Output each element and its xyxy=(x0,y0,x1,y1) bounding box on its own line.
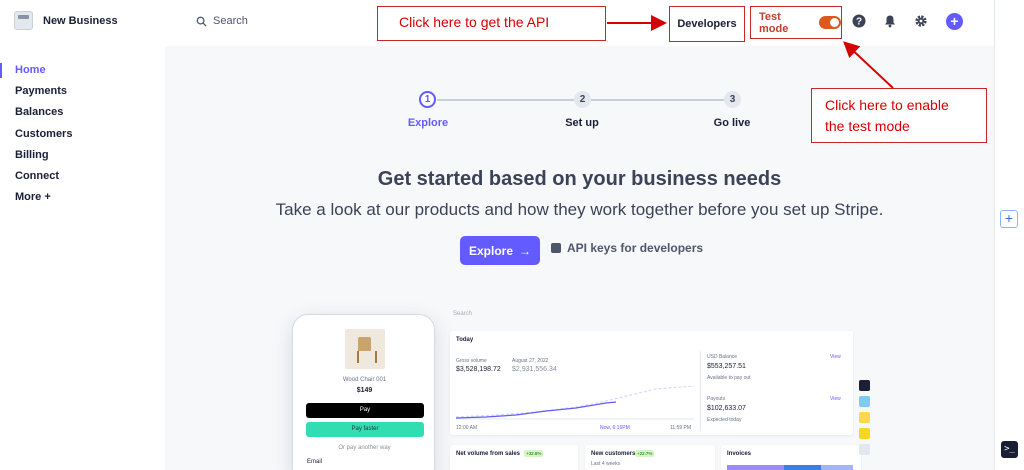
dash-time-start: 12:00 AM xyxy=(456,425,478,431)
dash-gross-value: $3,528,198.72 xyxy=(456,366,501,373)
step-2-label[interactable]: Set up xyxy=(542,117,622,129)
svg-text:?: ? xyxy=(856,17,862,28)
dash-last-weeks: Last 4 weeks xyxy=(591,461,621,467)
test-mode-control[interactable]: Test mode xyxy=(750,6,842,39)
dash-expected-label: Expected today xyxy=(707,417,742,423)
dash-today-title: Today xyxy=(456,337,474,343)
search-input[interactable]: Search xyxy=(196,15,248,27)
product-price: $149 xyxy=(356,387,373,394)
step-3-indicator[interactable]: 3 xyxy=(724,91,741,108)
search-icon xyxy=(196,16,207,27)
annotation-test-line-1: Click here to enable xyxy=(825,97,949,113)
test-mode-label: Test mode xyxy=(759,10,789,35)
dash-today-card: Today Gross volume $3,528,198.72 August … xyxy=(450,331,853,435)
dash-net-volume-title: Net volume from sales xyxy=(456,451,521,457)
dash-available-label: Available to pay out xyxy=(707,375,751,381)
link-pay-label: Pay faster xyxy=(351,426,379,432)
explore-button[interactable]: Explore → xyxy=(460,236,540,265)
bell-icon[interactable] xyxy=(883,14,897,28)
sidebar-item-billing[interactable]: Billing xyxy=(0,145,165,166)
sidebar-item-connect[interactable]: Connect xyxy=(0,166,165,187)
app-tile-icon xyxy=(859,412,870,423)
dash-net-badge: +32.8% xyxy=(524,450,544,457)
gross-volume-sparkline xyxy=(456,385,694,420)
step-1-indicator[interactable]: 1 xyxy=(419,91,436,108)
dash-divider xyxy=(700,351,701,431)
annotation-api-text: Click here to get the API xyxy=(399,14,550,30)
app-tile-icon xyxy=(859,428,870,439)
chair-product-image xyxy=(345,329,385,369)
email-label: Email xyxy=(307,459,323,465)
explore-button-label: Explore xyxy=(468,243,513,258)
sidebar-item-home[interactable]: Home xyxy=(0,60,165,81)
arrow-right-icon: → xyxy=(519,243,531,258)
step-connector xyxy=(591,99,724,101)
dash-time-end: 11:59 PM xyxy=(670,425,692,431)
invoice-status-bar xyxy=(727,465,853,470)
page-title: Get started based on your business needs xyxy=(377,168,782,190)
annotation-api: Click here to get the API xyxy=(377,6,606,41)
sidebar-item-balances[interactable]: Balances xyxy=(0,102,165,123)
right-rail xyxy=(994,0,1024,470)
dash-gross-label: Gross volume xyxy=(456,358,487,364)
developers-label: Developers xyxy=(677,18,737,30)
step-3-label[interactable]: Go live xyxy=(692,117,772,129)
dash-time-now: Now, 6:16PM xyxy=(600,425,630,431)
annotation-test-line-2: the test mode xyxy=(825,118,910,134)
dash-view-link: View xyxy=(830,354,841,360)
sidebar: Home Payments Balances Customers Billing… xyxy=(0,60,165,208)
dash-new-customers-card: New customers +22.7% Last 4 weeks xyxy=(585,445,715,470)
app-tile-icon xyxy=(859,380,870,391)
app-icon-column xyxy=(859,380,872,460)
dashboard-preview: Search Today Gross volume $3,528,198.72 … xyxy=(447,305,877,470)
dash-invoices-title: Invoices xyxy=(727,451,752,457)
dash-compare-value: $2,931,556.34 xyxy=(512,366,557,373)
business-logo-icon xyxy=(14,11,33,30)
onboarding-steps: 1 2 3 Explore Set up Go live xyxy=(400,90,760,140)
rail-add-button[interactable]: + xyxy=(1000,210,1018,228)
create-plus-button[interactable]: + xyxy=(946,13,963,30)
annotation-test-mode: Click here to enable the test mode xyxy=(811,88,987,143)
account-switcher[interactable]: New Business xyxy=(14,11,118,30)
product-name: Wood Chair 001 xyxy=(342,377,387,383)
help-icon[interactable]: ? xyxy=(852,14,866,28)
gear-icon[interactable] xyxy=(914,14,928,28)
terminal-small-icon xyxy=(551,243,561,253)
business-name: New Business xyxy=(43,14,118,27)
apple-pay-label: Pay xyxy=(359,407,371,413)
step-connector xyxy=(437,99,574,101)
dash-net-volume-card: Net volume from sales +32.8% xyxy=(450,445,578,470)
or-pay-divider: Or pay another way xyxy=(338,445,391,451)
api-keys-link[interactable]: API keys for developers xyxy=(551,241,703,255)
dash-search: Search xyxy=(453,311,473,317)
step-1-label[interactable]: Explore xyxy=(388,117,468,129)
app-tile-icon xyxy=(859,444,870,455)
test-mode-toggle[interactable] xyxy=(819,16,841,29)
dash-compare-date: August 27, 2022 xyxy=(512,358,549,364)
dash-payouts-value: $102,633.07 xyxy=(707,405,746,412)
search-placeholder: Search xyxy=(213,15,248,27)
terminal-icon[interactable]: >_ xyxy=(1001,441,1018,458)
developers-button[interactable]: Developers xyxy=(669,6,745,42)
apple-pay-button: Pay xyxy=(306,403,424,418)
dash-view-link-2: View xyxy=(830,396,841,402)
api-keys-label: API keys for developers xyxy=(567,241,704,255)
dash-cust-badge: +22.7% xyxy=(635,450,655,457)
dash-usd-value: $553,257.51 xyxy=(707,363,746,370)
step-2-indicator[interactable]: 2 xyxy=(574,91,591,108)
dash-invoices-card: Invoices xyxy=(721,445,861,470)
checkout-phone-preview: Wood Chair 001 $149 Pay Pay faster Or pa… xyxy=(292,314,435,470)
dash-new-customers-title: New customers xyxy=(591,451,636,457)
link-pay-button: Pay faster xyxy=(306,422,424,437)
dash-usd-label: USD Balance xyxy=(707,354,738,360)
page-subtitle: Take a look at our products and how they… xyxy=(275,200,884,219)
sidebar-item-payments[interactable]: Payments xyxy=(0,81,165,102)
sidebar-item-more[interactable]: More + xyxy=(0,187,165,208)
sidebar-item-customers[interactable]: Customers xyxy=(0,124,165,145)
dash-payouts-label: Payouts xyxy=(707,396,726,402)
page-root: New Business Search Developers Test mode… xyxy=(0,0,1024,470)
app-tile-icon xyxy=(859,396,870,407)
